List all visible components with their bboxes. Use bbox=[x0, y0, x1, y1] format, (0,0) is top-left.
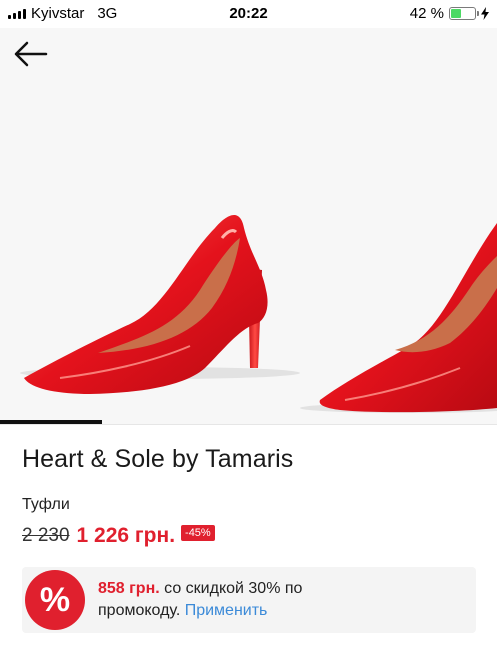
percent-icon: % bbox=[25, 570, 85, 630]
product-image bbox=[20, 214, 497, 413]
promo-text: 858 грн. со скидкой 30% по промокоду. Пр… bbox=[98, 578, 348, 622]
back-button[interactable] bbox=[12, 38, 52, 70]
gallery-page-indicator bbox=[0, 420, 102, 424]
discount-badge: -45% bbox=[181, 525, 215, 541]
promo-banner: % 858 грн. со скидкой 30% по промокоду. … bbox=[22, 567, 476, 633]
status-right: 42 % bbox=[410, 5, 489, 22]
old-price: 2 230 bbox=[22, 525, 70, 546]
product-category: Туфли bbox=[22, 496, 70, 513]
product-brand: Heart & Sole by Tamaris bbox=[22, 445, 294, 473]
apply-promo-link[interactable]: Применить bbox=[185, 602, 268, 619]
promo-description-2: промокоду. bbox=[98, 602, 181, 619]
battery-icon bbox=[449, 7, 479, 20]
new-price: 1 226 грн. bbox=[76, 524, 176, 547]
price-row: 2 230 1 226 грн. -45% bbox=[22, 524, 215, 548]
arrow-left-icon bbox=[14, 41, 48, 67]
battery-level bbox=[451, 9, 461, 18]
product-image-gallery[interactable] bbox=[0, 28, 497, 424]
status-bar: Kyivstar 3G 20:22 42 % bbox=[0, 0, 497, 28]
promo-price: 858 грн. bbox=[98, 580, 160, 597]
promo-description: со скидкой 30% по bbox=[164, 580, 303, 597]
gallery-divider bbox=[0, 424, 497, 425]
bolt-icon bbox=[481, 7, 489, 20]
battery-percent: 42 % bbox=[409, 5, 444, 22]
